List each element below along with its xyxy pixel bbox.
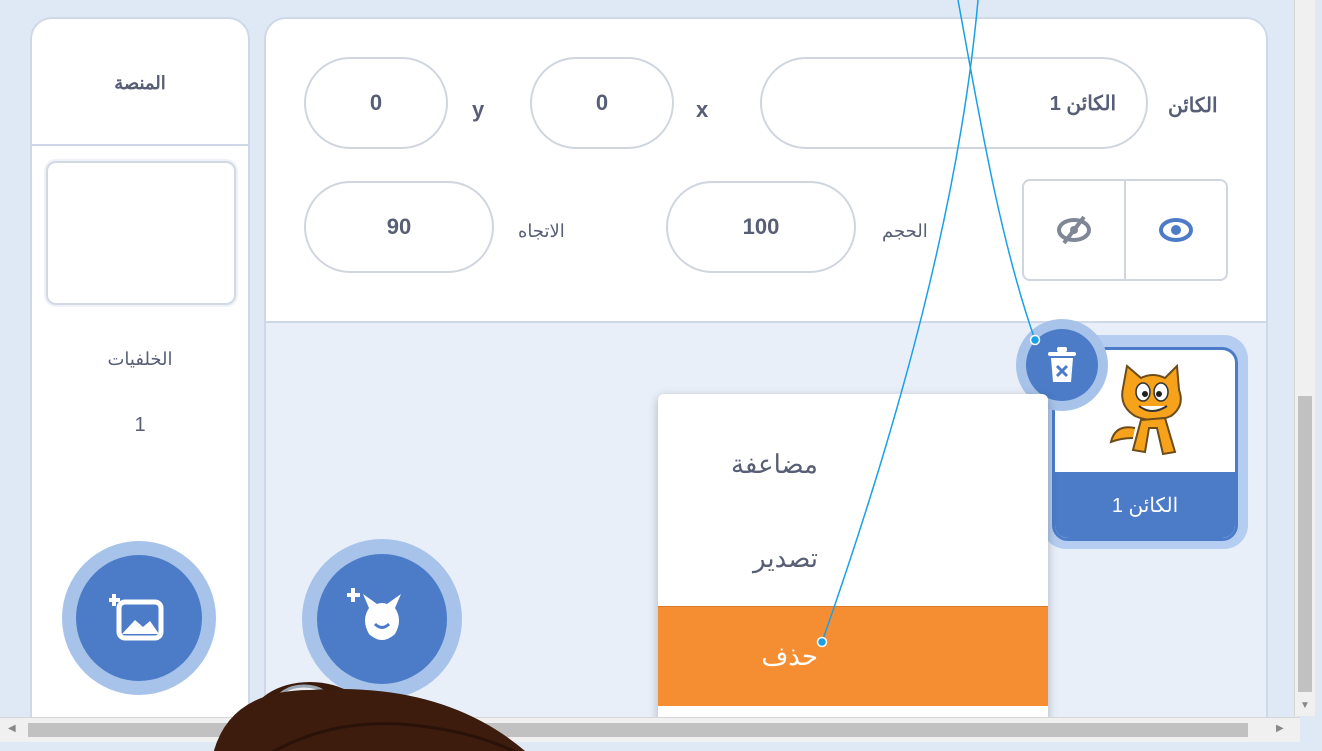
- sprite-name-label: الكائن: [1168, 95, 1218, 117]
- stage-header: المنصة: [32, 19, 248, 146]
- menu-item-export[interactable]: تصدير: [658, 508, 1048, 608]
- show-button[interactable]: [1124, 181, 1226, 279]
- cat-sprite-costume: [1109, 363, 1182, 456]
- choose-sprite-icon: [347, 588, 401, 640]
- scroll-left-arrow-icon[interactable]: ◀: [8, 723, 16, 734]
- show-eye-icon: [1159, 218, 1193, 242]
- delete-sprite-button[interactable]: [1026, 329, 1098, 401]
- character-hair-illustration: [213, 682, 525, 751]
- stage-thumbnail[interactable]: [46, 161, 236, 305]
- y-label: y: [472, 97, 485, 122]
- vertical-scrollbar[interactable]: ▼: [1294, 0, 1315, 716]
- x-input[interactable]: 0: [530, 57, 674, 149]
- backdrops-count: 1: [134, 414, 146, 436]
- choose-backdrop-button[interactable]: [62, 541, 216, 695]
- scroll-right-arrow-icon[interactable]: ▶: [1276, 723, 1284, 734]
- size-input[interactable]: 100: [666, 181, 856, 273]
- stage-selector[interactable]: المنصة الخلفيات 1: [30, 17, 250, 737]
- hide-eye-icon: [1057, 215, 1091, 245]
- sprite-card-name: الكائن 1: [1055, 472, 1235, 538]
- scratch-editor-target-pane: المنصة الخلفيات 1 الكائن الكائن 1 x 0 y …: [0, 0, 1322, 751]
- sprite-name-input[interactable]: الكائن 1: [760, 57, 1148, 149]
- menu-item-delete[interactable]: حذف: [658, 606, 1048, 706]
- horizontal-scrollbar[interactable]: ◀ ▶: [0, 717, 1300, 742]
- size-label: الحجم: [882, 221, 928, 241]
- x-label: x: [696, 97, 709, 122]
- y-input[interactable]: 0: [304, 57, 448, 149]
- direction-label: الاتجاه: [518, 221, 565, 241]
- backdrops-label: الخلفيات: [107, 349, 173, 369]
- vertical-scroll-thumb[interactable]: [1298, 396, 1312, 692]
- direction-input[interactable]: 90: [304, 181, 494, 273]
- hide-button[interactable]: [1024, 181, 1124, 279]
- sprite-context-menu: مضاعفة تصدير حذف: [658, 394, 1048, 722]
- choose-backdrop-icon: [109, 594, 164, 641]
- menu-item-duplicate[interactable]: مضاعفة: [658, 414, 1048, 514]
- stage-title: المنصة: [114, 73, 166, 93]
- visibility-toggle: [1022, 179, 1228, 281]
- sprite-info-panel: الكائن الكائن 1 x 0 y 0 الحجم 100 الاتجا…: [266, 19, 1266, 323]
- scroll-down-arrow-icon[interactable]: ▼: [1300, 700, 1310, 711]
- trash-delete-icon: [1048, 347, 1076, 382]
